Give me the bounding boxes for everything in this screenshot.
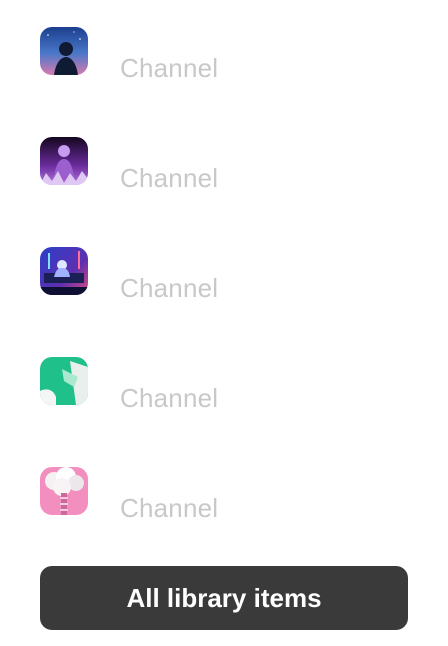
channel-label: Channel: [120, 383, 219, 413]
night-sky-silhouette-artwork: [40, 27, 88, 75]
list-item[interactable]: Channel: [0, 27, 448, 107]
channel-label: Channel: [120, 493, 219, 523]
all-library-items-button[interactable]: All library items: [40, 566, 408, 630]
pink-cloud-tower-artwork: [40, 467, 88, 515]
purple-concert-crowd-artwork: [40, 137, 88, 185]
neon-dj-stage-artwork: [40, 247, 88, 295]
channel-label: Channel: [120, 273, 219, 303]
channel-label: Channel: [120, 163, 219, 193]
green-abstract-shapes-artwork: [40, 357, 88, 405]
list-item[interactable]: Channel: [0, 137, 448, 217]
channel-label: Channel: [120, 53, 219, 83]
list-item[interactable]: Channel: [0, 247, 448, 327]
list-item[interactable]: Channel: [0, 357, 448, 437]
list-item[interactable]: Channel: [0, 467, 448, 547]
